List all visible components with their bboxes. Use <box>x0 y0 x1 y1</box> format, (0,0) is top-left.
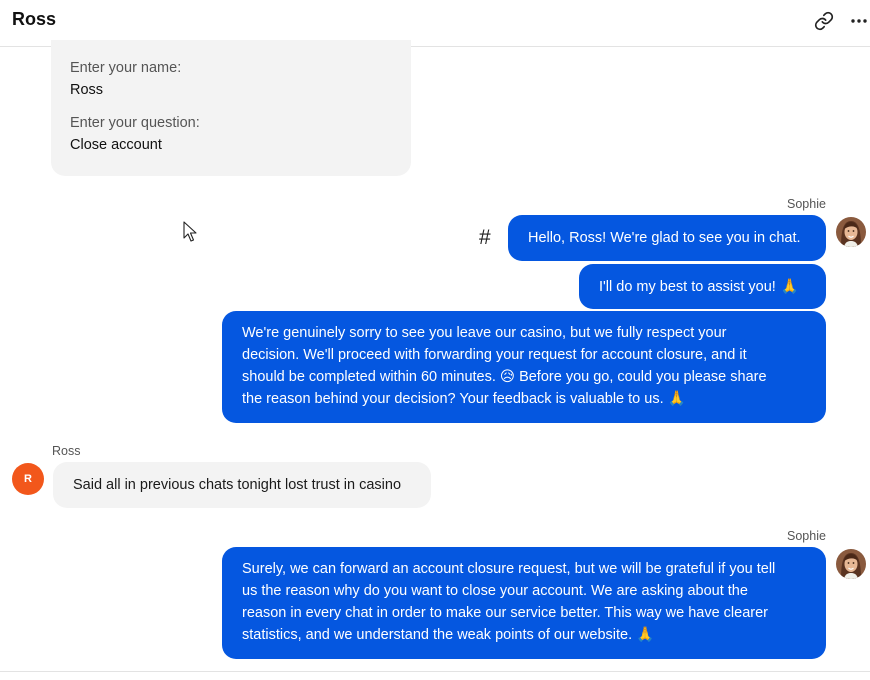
agent-message: I'll do my best to assist you! 🙏 <box>579 264 826 309</box>
message-text: I'll do my best to assist you! <box>599 278 776 295</box>
agent-avatar <box>836 549 866 579</box>
message-line: statistics, and we understand the weak p… <box>242 627 655 643</box>
message-text: Hello, Ross! We're glad to see you in ch… <box>528 230 801 246</box>
composer-divider <box>0 671 870 672</box>
user-avatar: R <box>12 463 44 495</box>
message-line: reason in every chat in order to make ou… <box>242 605 769 621</box>
chat-title: Ross <box>12 9 57 29</box>
agent-message: Surely, we can forward an account closur… <box>222 547 826 659</box>
name-label: Enter your name: <box>70 60 182 76</box>
message-line: should be completed within 60 minutes. 😥… <box>242 369 767 385</box>
pre-chat-form-card: Enter your name: Ross Enter your questio… <box>51 40 411 176</box>
more-horizontal-icon[interactable] <box>850 9 870 33</box>
sender-name-ross: Ross <box>52 444 81 458</box>
message-line: Surely, we can forward an account closur… <box>242 561 776 577</box>
agent-avatar <box>836 217 866 247</box>
name-value: Ross <box>70 82 104 98</box>
user-message: Said all in previous chats tonight lost … <box>53 462 431 508</box>
folded-hands-emoji: 🙏 <box>780 278 799 295</box>
message-text: Said all in previous chats tonight lost … <box>73 477 402 493</box>
message-line: We're genuinely sorry to see you leave o… <box>242 325 727 341</box>
link-icon[interactable] <box>812 9 836 33</box>
message-line: decision. We'll proceed with forwarding … <box>242 347 747 363</box>
sender-name-sophie: Sophie <box>787 197 826 211</box>
question-label: Enter your question: <box>70 115 200 131</box>
message-line: us the reason why do you want to close y… <box>242 583 748 599</box>
agent-message: Hello, Ross! We're glad to see you in ch… <box>508 215 826 261</box>
hash-button[interactable]: # <box>479 226 491 250</box>
sender-name-sophie: Sophie <box>787 529 826 543</box>
agent-message: We're genuinely sorry to see you leave o… <box>222 311 826 423</box>
question-value: Close account <box>70 137 162 153</box>
message-line: the reason behind your decision? Your fe… <box>242 391 686 407</box>
mouse-cursor-icon <box>183 221 197 248</box>
